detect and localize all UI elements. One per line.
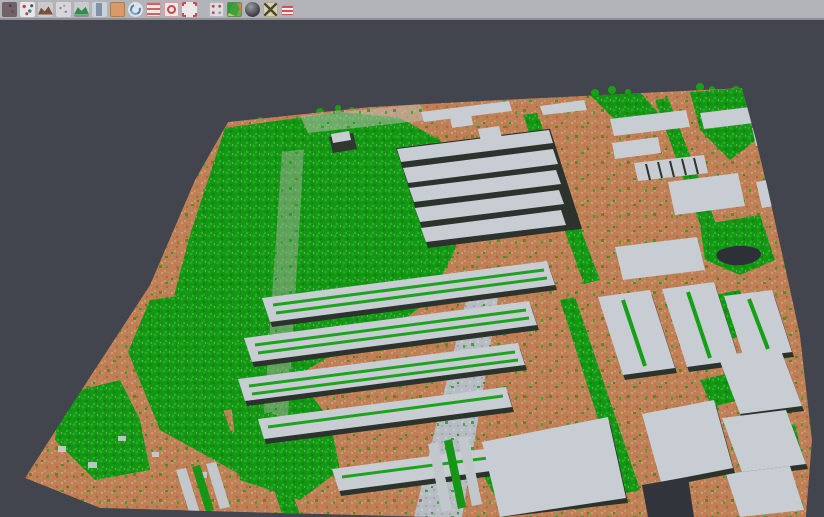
classification-map-icon[interactable] [227,2,242,17]
ortho-image-icon[interactable] [110,2,125,17]
vegetation-hill-icon[interactable] [74,2,89,17]
point-cloud-dark-icon[interactable] [2,2,17,17]
red-layers-icon[interactable] [146,2,161,17]
red-flag-icon[interactable] [281,5,294,16]
classified-points-icon[interactable] [20,2,35,17]
red-target-icon[interactable] [164,2,179,17]
red-selection-box-icon[interactable] [182,2,197,17]
profile-view-icon[interactable] [92,2,107,17]
sync-globe-icon[interactable] [128,2,143,17]
toolbar [0,0,824,20]
dark-sphere-icon[interactable] [245,2,260,17]
clip-box-icon[interactable] [263,2,278,17]
grid-sample-icon[interactable] [209,2,224,17]
point-cloud-render [0,22,824,517]
point-cloud-viewport[interactable] [0,22,824,517]
sparse-points-icon[interactable] [56,2,71,17]
terrain-brown-hill-icon[interactable] [38,2,53,17]
app-window [0,0,824,517]
